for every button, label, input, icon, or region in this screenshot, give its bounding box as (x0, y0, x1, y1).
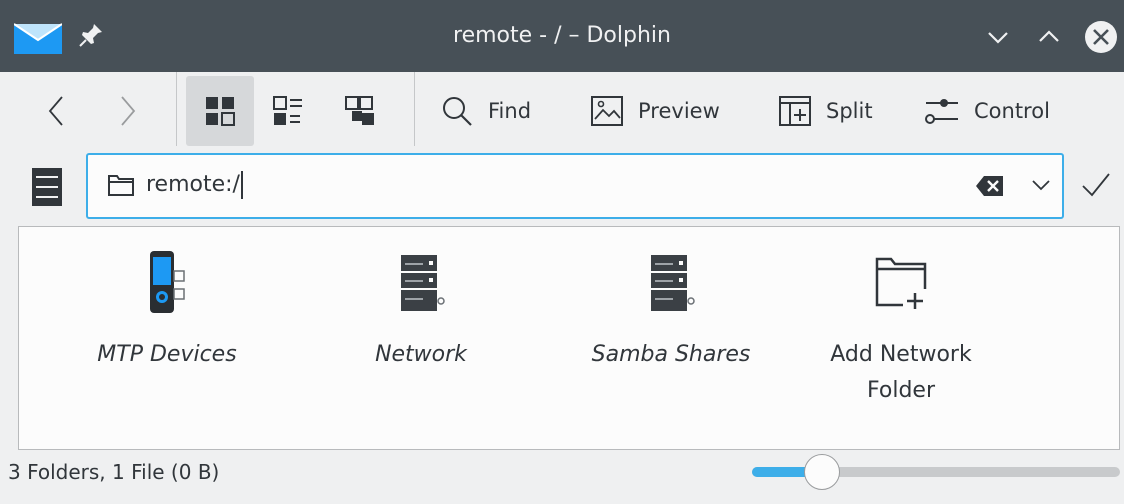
details-view-button[interactable] (336, 76, 384, 146)
chevron-right-icon (121, 96, 136, 126)
preview-button[interactable]: Preview (590, 76, 720, 146)
preview-label: Preview (638, 99, 720, 123)
mtp-device-icon (150, 251, 185, 313)
location-input[interactable]: remote:/ (146, 169, 243, 201)
file-item-label: Add Network Folder (791, 337, 1011, 409)
zoom-slider-handle[interactable] (803, 454, 840, 490)
icons-view-button[interactable] (186, 76, 254, 146)
file-item-label: Samba Shares (591, 342, 751, 367)
search-icon (443, 97, 472, 126)
chevron-down-icon[interactable] (1030, 177, 1052, 193)
folder-add-icon (875, 257, 927, 313)
minimize-icon[interactable] (981, 20, 1015, 54)
maximize-icon[interactable] (1032, 20, 1066, 54)
file-item-label: Network (375, 342, 467, 367)
clear-text-icon[interactable] (976, 175, 1004, 197)
network-server-icon (651, 255, 695, 311)
find-label: Find (488, 99, 532, 123)
location-path-text: remote:/ (146, 172, 240, 197)
back-button[interactable] (36, 76, 76, 146)
main-toolbar: Find Preview Split Control (0, 72, 1124, 150)
file-view[interactable]: MTP Devices Network Samba Shares Add Net… (18, 226, 1120, 450)
file-item-label-line: Add Network (830, 342, 972, 367)
folder-icon (108, 175, 134, 196)
sliders-icon (925, 99, 958, 124)
split-button[interactable]: Split (778, 76, 873, 146)
close-icon[interactable] (1084, 20, 1118, 54)
zoom-slider[interactable] (752, 454, 1120, 490)
file-item-label-line: Folder (867, 378, 935, 403)
location-bar[interactable]: remote:/ (86, 153, 1064, 219)
checkmark-icon[interactable] (1080, 170, 1112, 200)
control-button[interactable]: Control (924, 76, 1050, 146)
control-label: Control (974, 99, 1050, 123)
compact-view-icon (273, 96, 302, 125)
compact-view-button[interactable] (264, 76, 312, 146)
file-item-samba-shares[interactable]: Samba Shares (561, 249, 781, 373)
toolbar-separator (414, 72, 415, 146)
file-item-label: MTP Devices (97, 342, 237, 367)
network-server-icon (401, 255, 445, 311)
details-view-icon (345, 96, 374, 125)
file-item-add-network-folder[interactable]: Add Network Folder (791, 249, 1011, 409)
window-title: remote - / – Dolphin (453, 23, 671, 48)
status-text: 3 Folders, 1 File (0 B) (8, 460, 220, 484)
chevron-left-icon (48, 96, 63, 126)
places-panel-icon[interactable] (32, 168, 62, 206)
split-label: Split (826, 99, 873, 123)
text-caret (240, 171, 243, 199)
toolbar-separator (176, 72, 177, 146)
find-button[interactable]: Find (440, 76, 531, 146)
forward-button[interactable] (108, 76, 148, 146)
file-item-mtp-devices[interactable]: MTP Devices (57, 249, 277, 373)
title-bar: remote - / – Dolphin (0, 0, 1124, 72)
file-item-network[interactable]: Network (311, 249, 531, 373)
icons-view-icon (206, 97, 235, 126)
split-view-icon (779, 96, 811, 126)
image-preview-icon (591, 96, 623, 126)
